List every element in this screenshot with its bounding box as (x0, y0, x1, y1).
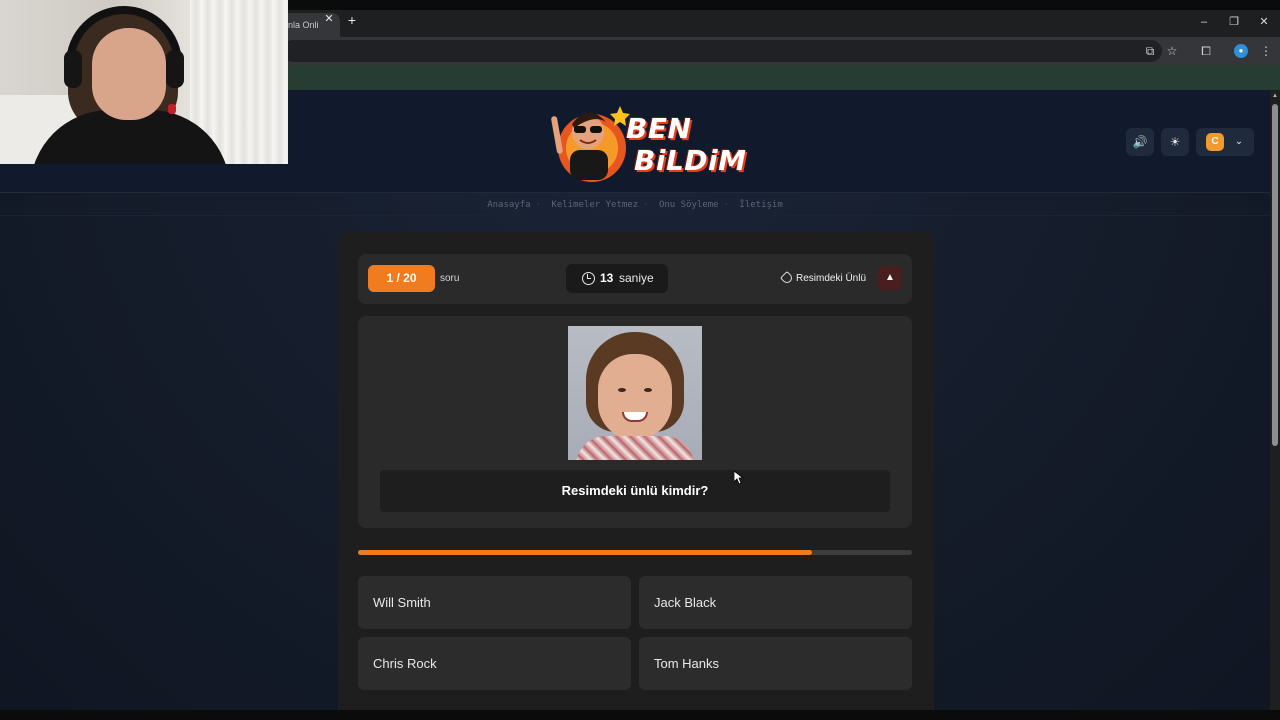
answer-option-2[interactable]: Jack Black (639, 576, 912, 629)
logo-text-line2: BiLDiM (634, 144, 747, 177)
photo-face (598, 354, 672, 440)
address-bar[interactable] (282, 40, 1162, 62)
nav-separator: · (643, 200, 649, 210)
mic-icon (168, 104, 176, 114)
theme-toggle-button[interactable]: ☀ (1161, 128, 1189, 156)
headset-cup-left (64, 50, 82, 88)
logo-mascot-icon (551, 106, 630, 182)
user-menu-button[interactable]: C ⌄ (1196, 128, 1254, 156)
answer-option-1[interactable]: Will Smith (358, 576, 631, 629)
webcam-overlay (0, 0, 288, 164)
avatar: C (1206, 133, 1224, 151)
question-text: Resimdeki ünlü kimdir? (380, 470, 890, 512)
main-nav: Anasayfa · Kelimeler Yetmez · Onu Söyleme ·… (0, 194, 1270, 216)
celebrity-photo (568, 326, 702, 460)
timer-value: 13 (600, 271, 614, 285)
nav-item-onu-soyleme[interactable]: Onu Söyleme (659, 200, 719, 210)
category-label: Resimdeki Ünlü (796, 273, 867, 284)
page: BEN BiLDiM 🔊 ☀ C ⌄ Anasayfa · Kelimeler Y… (0, 90, 1270, 710)
restore-button[interactable]: ❐ (1224, 14, 1244, 30)
quiz-card: 1 / 20 soru 13 saniye Resimdeki Ünlü ▲ R… (338, 232, 934, 710)
answer-option-3[interactable]: Chris Rock (358, 637, 631, 690)
profile-icon[interactable]: ● (1234, 44, 1248, 58)
extensions-icon[interactable]: ⧠ (1198, 43, 1214, 59)
scroll-up-arrow-icon[interactable]: ▲ (1272, 93, 1278, 99)
timer-unit: saniye (619, 271, 654, 285)
report-button[interactable]: ▲ (878, 266, 902, 290)
mouse-cursor-icon (734, 471, 744, 485)
close-window-button[interactable]: ✕ (1254, 14, 1274, 30)
headset-cup-right (166, 50, 184, 88)
scrollbar-thumb[interactable] (1272, 104, 1278, 446)
site-logo[interactable]: BEN BiLDiM (550, 98, 746, 186)
quiz-status-bar: 1 / 20 soru 13 saniye Resimdeki Ünlü ▲ (358, 254, 912, 304)
time-progress-fill (358, 550, 813, 555)
nav-item-home[interactable]: Anasayfa (487, 200, 530, 210)
photo-eye (644, 388, 652, 392)
menu-icon[interactable]: ⋮ (1258, 43, 1274, 59)
sound-toggle-button[interactable]: 🔊 (1126, 128, 1154, 156)
headset-icon (66, 6, 182, 76)
question-panel: Resimdeki ünlü kimdir? (358, 316, 912, 528)
logo-text-line1: BEN (626, 112, 692, 145)
chevron-down-icon: ⌄ (1234, 136, 1244, 147)
tag-icon (779, 270, 795, 286)
nav-separator: · (723, 200, 729, 210)
question-counter-suffix: soru (440, 273, 460, 284)
nav-separator: · (535, 200, 541, 210)
nav-item-contact[interactable]: İletişim (739, 200, 782, 210)
star-icon[interactable]: ☆ (1164, 43, 1180, 59)
nav-item-kelimeler-yetmez[interactable]: Kelimeler Yetmez (551, 200, 638, 210)
tab-close-icon[interactable]: ✕ (323, 13, 335, 25)
install-icon[interactable]: ⧉ (1142, 43, 1158, 59)
clock-icon (582, 272, 595, 285)
tab-title: nla Onli (288, 20, 319, 30)
time-progress-bar (358, 550, 912, 555)
new-tab-button[interactable]: + (345, 13, 359, 27)
question-counter-badge: 1 / 20 (368, 265, 435, 292)
answer-option-4[interactable]: Tom Hanks (639, 637, 912, 690)
photo-shirt (576, 436, 694, 460)
photo-eye (618, 388, 626, 392)
minimize-button[interactable]: – (1194, 14, 1214, 30)
window-bottom-edge (0, 710, 1280, 720)
timer: 13 saniye (566, 264, 668, 293)
